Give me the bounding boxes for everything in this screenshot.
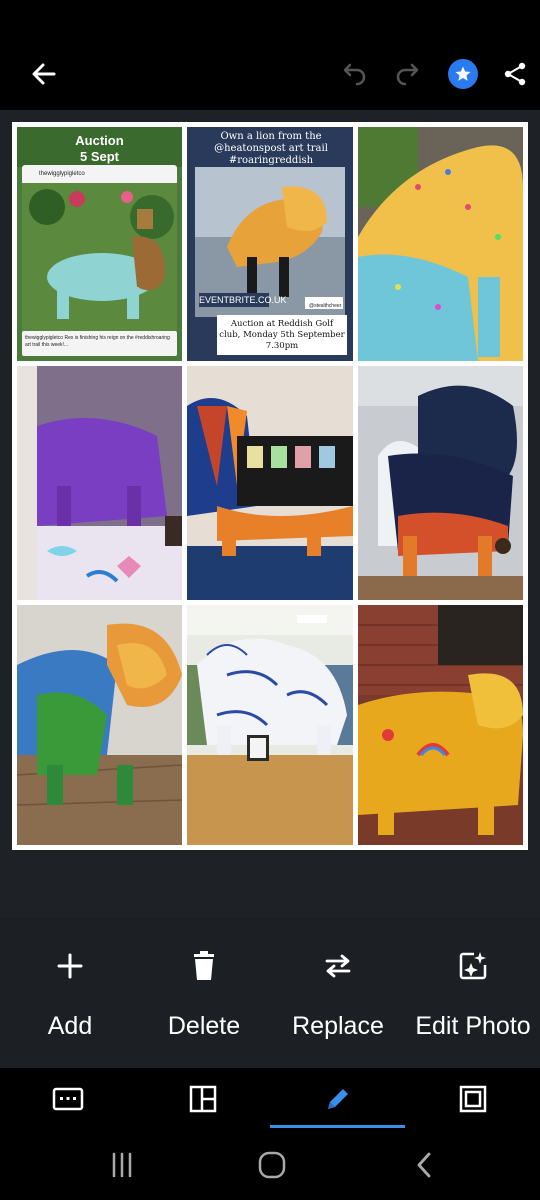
home-icon [258, 1151, 286, 1179]
collage-frame: Auction 5 Sept thewigglypigletco thewigg… [12, 122, 528, 850]
auction-title: Auction [75, 133, 124, 148]
system-navigation-bar [0, 1130, 540, 1200]
instagram-caption: thewigglypigletco Rex is finishing his r… [25, 335, 170, 348]
redo-icon [396, 63, 419, 86]
add-button[interactable]: Add [5, 948, 135, 1041]
nav-edit-tab[interactable] [270, 1068, 405, 1130]
edit-photo-icon [459, 952, 487, 980]
replace-label: Replace [292, 1012, 384, 1040]
photo-6-image [358, 366, 523, 600]
photo-9-image [358, 605, 523, 845]
nav-border-tab[interactable] [405, 1068, 540, 1130]
auction-details: Auction at Reddish Golf club, Monday 5th… [219, 319, 345, 351]
delete-label: Delete [167, 1012, 241, 1040]
collage-photo-4[interactable] [17, 366, 182, 600]
collage-canvas: Auction 5 Sept thewigglypigletco thewigg… [0, 110, 540, 918]
pencil-icon [327, 1089, 348, 1109]
active-tab-indicator [270, 1125, 405, 1128]
auction-date: 5 Sept [79, 149, 119, 164]
recent-apps-button[interactable] [102, 1148, 142, 1182]
share-button[interactable] [495, 54, 535, 94]
photo-5-image [187, 366, 353, 600]
arrow-left-icon [32, 63, 56, 85]
star-icon [455, 66, 471, 81]
top-app-bar [0, 0, 540, 110]
back-icon [417, 1152, 431, 1178]
collage-photo-9[interactable] [358, 605, 523, 845]
photo-3-image [358, 127, 523, 361]
collage-photo-2[interactable]: Own a lion from the @heatonspost art tra… [187, 127, 353, 361]
replace-button[interactable]: Replace [273, 948, 403, 1041]
trail-headline: Own a lion from the @heatonspost art tra… [214, 131, 328, 166]
back-button[interactable] [24, 54, 64, 94]
undo-button[interactable] [334, 54, 374, 94]
share-icon [504, 62, 526, 86]
collage-photo-5[interactable] [187, 366, 353, 600]
add-label: Add [47, 1012, 93, 1040]
collage-photo-8[interactable] [187, 605, 353, 845]
photo-8-image [187, 605, 353, 845]
border-icon [459, 1085, 486, 1113]
favorite-button[interactable] [443, 54, 483, 94]
nav-text-tab[interactable] [0, 1068, 135, 1130]
undo-icon [343, 63, 366, 86]
layout-icon [189, 1085, 216, 1113]
plus-icon [57, 953, 83, 979]
home-button[interactable] [252, 1148, 292, 1182]
photo-4-image [17, 366, 182, 600]
collage-photo-6[interactable] [358, 366, 523, 600]
collage-tools: Add Delete Replace Edit Photo [0, 918, 540, 1068]
photo-credit: @stealthcheer [309, 303, 342, 309]
recent-apps-icon [112, 1152, 132, 1178]
redo-button[interactable] [388, 54, 428, 94]
system-back-button[interactable] [404, 1148, 444, 1182]
bottom-navigation [0, 1068, 540, 1130]
photo-7-image [17, 605, 182, 845]
delete-button[interactable]: Delete [139, 948, 269, 1041]
collage-photo-3[interactable] [358, 127, 523, 361]
eventbrite-link: EVENTBRITE.CO.UK [199, 295, 287, 305]
collage-photo-7[interactable] [17, 605, 182, 845]
edit-photo-label: Edit Photo [415, 1012, 531, 1040]
swap-arrows-icon [325, 954, 351, 978]
nav-layout-tab[interactable] [135, 1068, 270, 1130]
collage-photo-1[interactable]: Auction 5 Sept thewigglypigletco thewigg… [17, 127, 182, 361]
edit-photo-button[interactable]: Edit Photo [408, 948, 538, 1041]
trash-icon [194, 951, 214, 980]
keyboard-icon [52, 1087, 83, 1111]
instagram-username: thewigglypigletco [39, 171, 85, 177]
